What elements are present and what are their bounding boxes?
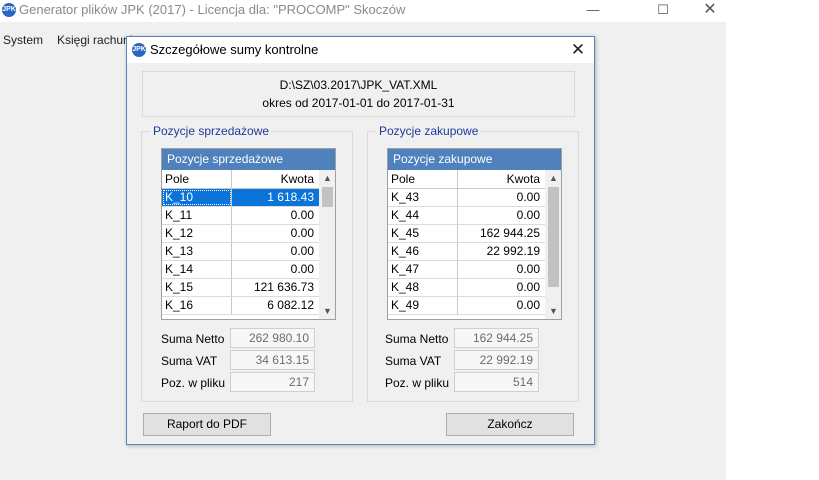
row-kwota: 1 618.43 <box>232 189 319 206</box>
row-pole: K_13 <box>162 243 232 260</box>
scroll-down-icon[interactable]: ▼ <box>545 303 561 319</box>
row-kwota: 0.00 <box>290 208 314 222</box>
purchase-scrollbar[interactable]: ▲ ▼ <box>545 170 561 319</box>
row-pole: K_10 <box>162 189 232 206</box>
scroll-thumb[interactable] <box>322 187 333 207</box>
row-pole: K_15 <box>162 279 232 296</box>
row-kwota: 121 636.73 <box>253 280 314 294</box>
dialog-title: Szczegółowe sumy kontrolne <box>150 42 319 57</box>
scroll-up-icon[interactable]: ▲ <box>545 170 561 186</box>
scroll-thumb[interactable] <box>548 187 559 287</box>
table-row[interactable]: K_47 0.00 <box>388 261 545 279</box>
table-row[interactable]: K_15 121 636.73 <box>162 279 319 297</box>
scroll-up-icon[interactable]: ▲ <box>319 170 335 186</box>
row-pole: K_46 <box>388 243 458 260</box>
window-close-button[interactable]: ✕ <box>687 0 733 22</box>
purchase-grid-body: Pole Kwota K_43 0.00 K_44 0.00 K_45 162 … <box>388 170 545 315</box>
row-pole: K_44 <box>388 207 458 224</box>
row-pole: K_16 <box>162 297 232 314</box>
row-pole: K_11 <box>162 207 232 224</box>
table-row[interactable]: K_16 6 082.12 <box>162 297 319 315</box>
dialog-titlebar: JPK Szczegółowe sumy kontrolne ✕ <box>127 37 594 63</box>
row-kwota: 6 082.12 <box>267 298 314 312</box>
row-pole: K_48 <box>388 279 458 296</box>
row-pole: K_45 <box>388 225 458 242</box>
row-pole: K_49 <box>388 297 458 314</box>
menu-item-system[interactable]: System <box>3 33 43 47</box>
purchase-suma-vat-field: 22 992.19 <box>454 350 539 370</box>
sales-scrollbar[interactable]: ▲ ▼ <box>319 170 335 319</box>
column-header-pole[interactable]: Pole <box>162 170 232 188</box>
purchase-suma-netto-field: 162 944.25 <box>454 328 539 348</box>
minimize-button[interactable]: — <box>570 0 616 22</box>
sales-suma-vat-field: 34 613.15 <box>230 350 315 370</box>
row-kwota: 0.00 <box>516 280 540 294</box>
row-kwota: 22 992.19 <box>486 244 540 258</box>
row-kwota: 0.00 <box>290 244 314 258</box>
maximize-button[interactable]: ☐ <box>640 0 686 22</box>
sales-group-legend: Pozycje sprzedażowe <box>150 124 273 138</box>
suma-netto-label: Suma Netto <box>385 332 449 346</box>
column-header-kwota[interactable]: Kwota <box>232 170 319 188</box>
table-row[interactable]: K_45 162 944.25 <box>388 225 545 243</box>
table-row[interactable]: K_49 0.00 <box>388 297 545 315</box>
checksum-dialog: JPK Szczegółowe sumy kontrolne ✕ D:\SZ\0… <box>126 36 595 445</box>
sales-suma-netto-field: 262 980.10 <box>230 328 315 348</box>
jpk-logo-icon: JPK <box>2 3 16 17</box>
row-kwota: 162 944.25 <box>479 226 540 240</box>
sales-groupbox: Pozycje sprzedażowe Pozycje sprzedażowe … <box>141 124 353 402</box>
row-kwota: 0.00 <box>516 262 540 276</box>
row-kwota: 0.00 <box>516 190 540 204</box>
dialog-close-button[interactable]: ✕ <box>564 39 592 61</box>
purchase-poz-field: 514 <box>454 372 539 392</box>
table-row[interactable]: K_12 0.00 <box>162 225 319 243</box>
row-pole: K_14 <box>162 261 232 278</box>
sales-poz-field: 217 <box>230 372 315 392</box>
purchase-grid-caption: Pozycje zakupowe <box>388 149 561 170</box>
row-kwota: 0.00 <box>516 208 540 222</box>
period-text: okres od 2017-01-01 do 2017-01-31 <box>262 96 455 110</box>
table-row[interactable]: K_14 0.00 <box>162 261 319 279</box>
main-titlebar: JPK Generator plików JPK (2017) - Licenc… <box>0 0 819 22</box>
table-row[interactable]: K_46 22 992.19 <box>388 243 545 261</box>
table-row[interactable]: K_44 0.00 <box>388 207 545 225</box>
grid-header: Pole Kwota <box>388 170 545 189</box>
table-row[interactable]: K_10 1 618.43 <box>162 189 319 207</box>
table-row[interactable]: K_48 0.00 <box>388 279 545 297</box>
purchase-groupbox: Pozycje zakupowe Pozycje zakupowe Pole K… <box>367 124 579 402</box>
poz-label: Poz. w pliku <box>385 376 450 390</box>
row-pole: K_12 <box>162 225 232 242</box>
row-kwota: 0.00 <box>516 298 540 312</box>
table-row[interactable]: K_11 0.00 <box>162 207 319 225</box>
purchase-group-legend: Pozycje zakupowe <box>376 124 482 138</box>
poz-label: Poz. w pliku <box>161 376 226 390</box>
table-row[interactable]: K_43 0.00 <box>388 189 545 207</box>
column-header-pole[interactable]: Pole <box>388 170 458 188</box>
purchase-grid[interactable]: Pozycje zakupowe Pole Kwota K_43 0.00 K_… <box>387 148 562 320</box>
pdf-report-button[interactable]: Raport do PDF <box>143 413 271 436</box>
finish-button[interactable]: Zakończ <box>446 413 574 436</box>
sales-grid[interactable]: Pozycje sprzedażowe Pole Kwota K_10 1 61… <box>161 148 336 320</box>
file-path: D:\SZ\03.2017\JPK_VAT.XML <box>279 78 438 92</box>
table-row[interactable]: K_13 0.00 <box>162 243 319 261</box>
scroll-down-icon[interactable]: ▼ <box>319 303 335 319</box>
file-info-box: D:\SZ\03.2017\JPK_VAT.XML okres od 2017-… <box>142 71 575 117</box>
jpk-logo-icon: JPK <box>132 43 146 57</box>
row-pole: K_43 <box>388 189 458 206</box>
sales-grid-caption: Pozycje sprzedażowe <box>162 149 335 170</box>
window-title: Generator plików JPK (2017) - Licencja d… <box>19 2 406 17</box>
suma-vat-label: Suma VAT <box>385 354 442 368</box>
menu-item-ksiegi[interactable]: Księgi rachunk <box>57 33 136 47</box>
column-header-kwota[interactable]: Kwota <box>458 170 545 188</box>
row-pole: K_47 <box>388 261 458 278</box>
suma-netto-label: Suma Netto <box>161 332 225 346</box>
suma-vat-label: Suma VAT <box>161 354 218 368</box>
row-kwota: 0.00 <box>290 262 314 276</box>
grid-header: Pole Kwota <box>162 170 319 189</box>
row-kwota: 0.00 <box>290 226 314 240</box>
sales-grid-body: Pole Kwota K_10 1 618.43 K_11 0.00 K_12 … <box>162 170 319 315</box>
